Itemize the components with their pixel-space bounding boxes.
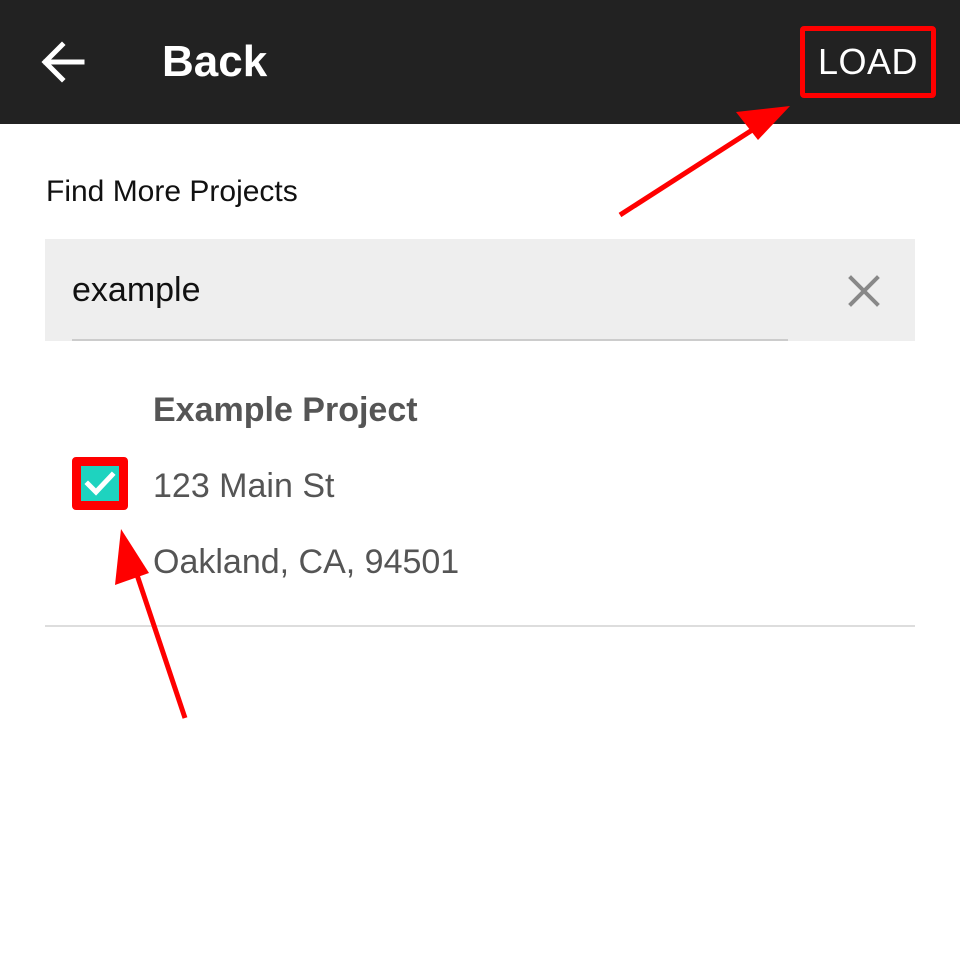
search-underline	[72, 339, 788, 341]
search-input[interactable]	[72, 265, 792, 315]
search-field-container	[45, 239, 915, 341]
project-checkbox[interactable]	[72, 457, 128, 510]
close-icon[interactable]	[847, 274, 881, 308]
project-name: Example Project	[153, 391, 418, 429]
load-button[interactable]: LOAD	[800, 26, 936, 98]
project-city: Oakland, CA, 94501	[153, 543, 460, 581]
back-title[interactable]: Back	[162, 32, 267, 92]
project-address: 123 Main St	[153, 467, 335, 505]
app-toolbar: Back LOAD	[0, 0, 960, 124]
divider	[45, 625, 915, 627]
list-item[interactable]: Example Project 123 Main St Oakland, CA,…	[45, 360, 915, 626]
checkbox-fill	[81, 466, 119, 501]
load-projects-screen: Back LOAD Find More Projects Example Pro…	[0, 0, 960, 972]
section-title: Find More Projects	[46, 175, 298, 208]
arrow-left-icon[interactable]	[40, 40, 86, 84]
checkmark-icon	[84, 471, 116, 496]
